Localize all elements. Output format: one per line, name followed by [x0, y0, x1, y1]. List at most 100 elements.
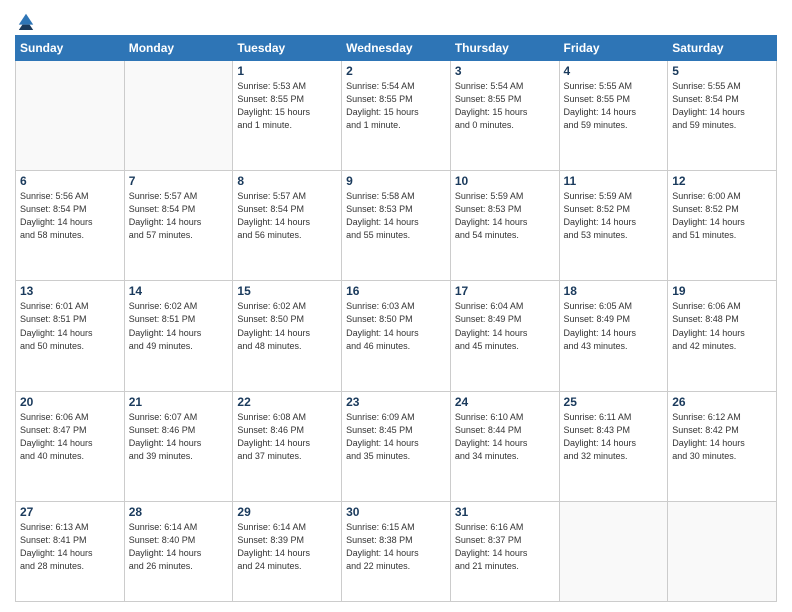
day-detail: Sunrise: 5:59 AM Sunset: 8:52 PM Dayligh…: [564, 190, 664, 242]
day-header-tuesday: Tuesday: [233, 36, 342, 61]
day-detail: Sunrise: 6:14 AM Sunset: 8:40 PM Dayligh…: [129, 521, 229, 573]
calendar-cell: 6 Sunrise: 5:56 AM Sunset: 8:54 PM Daylig…: [16, 171, 125, 281]
day-number: 23: [346, 395, 446, 409]
day-header-wednesday: Wednesday: [342, 36, 451, 61]
day-detail: Sunrise: 5:59 AM Sunset: 8:53 PM Dayligh…: [455, 190, 555, 242]
day-header-thursday: Thursday: [450, 36, 559, 61]
day-detail: Sunrise: 5:54 AM Sunset: 8:55 PM Dayligh…: [455, 80, 555, 132]
calendar-cell: 11Sunrise: 5:59 AM Sunset: 8:52 PM Dayli…: [559, 171, 668, 281]
day-number: 12: [672, 174, 772, 188]
day-detail: Sunrise: 5:58 AM Sunset: 8:53 PM Dayligh…: [346, 190, 446, 242]
day-detail: Sunrise: 6:06 AM Sunset: 8:48 PM Dayligh…: [672, 300, 772, 352]
calendar-cell: 2 Sunrise: 5:54 AM Sunset: 8:55 PM Daylig…: [342, 61, 451, 171]
calendar-cell: 5Sunrise: 5:55 AM Sunset: 8:54 PM Daylig…: [668, 61, 777, 171]
calendar-cell: 10 Sunrise: 5:59 AM Sunset: 8:53 PM Dayli…: [450, 171, 559, 281]
day-detail: Sunrise: 5:57 AM Sunset: 8:54 PM Dayligh…: [237, 190, 337, 242]
calendar-week-row: 20 Sunrise: 6:06 AM Sunset: 8:47 PM Dayli…: [16, 391, 777, 501]
day-number: 25: [564, 395, 664, 409]
day-number: 29: [237, 505, 337, 519]
calendar-cell: 26 Sunrise: 6:12 AM Sunset: 8:42 PM Dayli…: [668, 391, 777, 501]
calendar-cell: 20 Sunrise: 6:06 AM Sunset: 8:47 PM Dayli…: [16, 391, 125, 501]
calendar-cell: 24 Sunrise: 6:10 AM Sunset: 8:44 PM Dayli…: [450, 391, 559, 501]
calendar-cell: 29 Sunrise: 6:14 AM Sunset: 8:39 PM Dayli…: [233, 501, 342, 601]
day-detail: Sunrise: 6:13 AM Sunset: 8:41 PM Dayligh…: [20, 521, 120, 573]
day-detail: Sunrise: 6:10 AM Sunset: 8:44 PM Dayligh…: [455, 411, 555, 463]
calendar-cell: [124, 61, 233, 171]
day-detail: Sunrise: 6:14 AM Sunset: 8:39 PM Dayligh…: [237, 521, 337, 573]
day-detail: Sunrise: 6:12 AM Sunset: 8:42 PM Dayligh…: [672, 411, 772, 463]
calendar-cell: [668, 501, 777, 601]
day-number: 1: [237, 64, 337, 78]
day-header-saturday: Saturday: [668, 36, 777, 61]
day-number: 17: [455, 284, 555, 298]
day-detail: Sunrise: 6:01 AM Sunset: 8:51 PM Dayligh…: [20, 300, 120, 352]
calendar-cell: 3Sunrise: 5:54 AM Sunset: 8:55 PM Daylig…: [450, 61, 559, 171]
day-number: 27: [20, 505, 120, 519]
calendar-cell: 15 Sunrise: 6:02 AM Sunset: 8:50 PM Dayli…: [233, 281, 342, 391]
day-number: 14: [129, 284, 229, 298]
day-number: 15: [237, 284, 337, 298]
calendar-cell: 7Sunrise: 5:57 AM Sunset: 8:54 PM Daylig…: [124, 171, 233, 281]
calendar-week-row: 13 Sunrise: 6:01 AM Sunset: 8:51 PM Dayli…: [16, 281, 777, 391]
calendar-cell: 21Sunrise: 6:07 AM Sunset: 8:46 PM Dayli…: [124, 391, 233, 501]
day-number: 8: [237, 174, 337, 188]
day-number: 7: [129, 174, 229, 188]
calendar-header-row: SundayMondayTuesdayWednesdayThursdayFrid…: [16, 36, 777, 61]
day-number: 19: [672, 284, 772, 298]
day-header-friday: Friday: [559, 36, 668, 61]
day-number: 16: [346, 284, 446, 298]
calendar-cell: 13 Sunrise: 6:01 AM Sunset: 8:51 PM Dayli…: [16, 281, 125, 391]
day-number: 20: [20, 395, 120, 409]
day-number: 30: [346, 505, 446, 519]
calendar-cell: 31 Sunrise: 6:16 AM Sunset: 8:37 PM Dayli…: [450, 501, 559, 601]
day-number: 26: [672, 395, 772, 409]
day-number: 2: [346, 64, 446, 78]
day-detail: Sunrise: 5:55 AM Sunset: 8:55 PM Dayligh…: [564, 80, 664, 132]
calendar-cell: 30 Sunrise: 6:15 AM Sunset: 8:38 PM Dayli…: [342, 501, 451, 601]
day-detail: Sunrise: 6:16 AM Sunset: 8:37 PM Dayligh…: [455, 521, 555, 573]
calendar-cell: 27 Sunrise: 6:13 AM Sunset: 8:41 PM Dayli…: [16, 501, 125, 601]
calendar-cell: 16 Sunrise: 6:03 AM Sunset: 8:50 PM Dayli…: [342, 281, 451, 391]
day-number: 5: [672, 64, 772, 78]
calendar-cell: 23 Sunrise: 6:09 AM Sunset: 8:45 PM Dayli…: [342, 391, 451, 501]
day-detail: Sunrise: 6:02 AM Sunset: 8:51 PM Dayligh…: [129, 300, 229, 352]
day-number: 21: [129, 395, 229, 409]
header: [15, 10, 777, 27]
calendar-cell: 19 Sunrise: 6:06 AM Sunset: 8:48 PM Dayli…: [668, 281, 777, 391]
day-number: 31: [455, 505, 555, 519]
calendar-cell: 22 Sunrise: 6:08 AM Sunset: 8:46 PM Dayli…: [233, 391, 342, 501]
day-detail: Sunrise: 6:09 AM Sunset: 8:45 PM Dayligh…: [346, 411, 446, 463]
page: SundayMondayTuesdayWednesdayThursdayFrid…: [0, 0, 792, 612]
day-detail: Sunrise: 6:08 AM Sunset: 8:46 PM Dayligh…: [237, 411, 337, 463]
calendar-cell: 28Sunrise: 6:14 AM Sunset: 8:40 PM Dayli…: [124, 501, 233, 601]
calendar-cell: 8 Sunrise: 5:57 AM Sunset: 8:54 PM Daylig…: [233, 171, 342, 281]
day-detail: Sunrise: 6:03 AM Sunset: 8:50 PM Dayligh…: [346, 300, 446, 352]
day-detail: Sunrise: 6:15 AM Sunset: 8:38 PM Dayligh…: [346, 521, 446, 573]
day-number: 9: [346, 174, 446, 188]
logo: [15, 10, 35, 27]
day-detail: Sunrise: 6:05 AM Sunset: 8:49 PM Dayligh…: [564, 300, 664, 352]
day-number: 13: [20, 284, 120, 298]
day-number: 10: [455, 174, 555, 188]
day-detail: Sunrise: 6:02 AM Sunset: 8:50 PM Dayligh…: [237, 300, 337, 352]
calendar-cell: 17Sunrise: 6:04 AM Sunset: 8:49 PM Dayli…: [450, 281, 559, 391]
logo-text: [15, 10, 35, 31]
day-number: 22: [237, 395, 337, 409]
day-number: 6: [20, 174, 120, 188]
day-detail: Sunrise: 5:56 AM Sunset: 8:54 PM Dayligh…: [20, 190, 120, 242]
day-number: 4: [564, 64, 664, 78]
day-detail: Sunrise: 6:00 AM Sunset: 8:52 PM Dayligh…: [672, 190, 772, 242]
day-header-monday: Monday: [124, 36, 233, 61]
calendar-table: SundayMondayTuesdayWednesdayThursdayFrid…: [15, 35, 777, 602]
calendar-cell: [559, 501, 668, 601]
calendar-cell: 25Sunrise: 6:11 AM Sunset: 8:43 PM Dayli…: [559, 391, 668, 501]
calendar-cell: 9 Sunrise: 5:58 AM Sunset: 8:53 PM Daylig…: [342, 171, 451, 281]
day-detail: Sunrise: 6:06 AM Sunset: 8:47 PM Dayligh…: [20, 411, 120, 463]
day-detail: Sunrise: 5:54 AM Sunset: 8:55 PM Dayligh…: [346, 80, 446, 132]
calendar-cell: 18Sunrise: 6:05 AM Sunset: 8:49 PM Dayli…: [559, 281, 668, 391]
calendar-week-row: 27 Sunrise: 6:13 AM Sunset: 8:41 PM Dayli…: [16, 501, 777, 601]
day-header-sunday: Sunday: [16, 36, 125, 61]
calendar-cell: 4 Sunrise: 5:55 AM Sunset: 8:55 PM Daylig…: [559, 61, 668, 171]
calendar-week-row: 1Sunrise: 5:53 AM Sunset: 8:55 PM Daylig…: [16, 61, 777, 171]
day-number: 24: [455, 395, 555, 409]
